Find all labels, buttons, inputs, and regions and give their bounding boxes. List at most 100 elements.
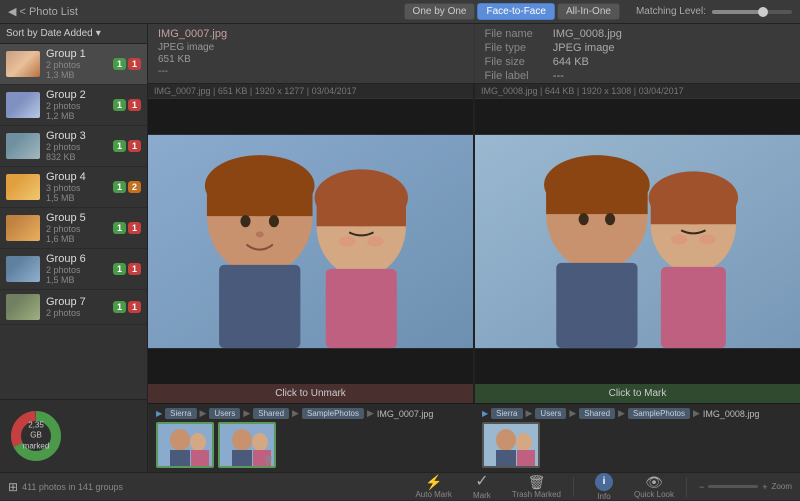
list-item[interactable]: Group 4 3 photos 1,5 MB 1 2 (0, 167, 147, 208)
btn-one-by-one[interactable]: One by One (404, 3, 476, 20)
badges: 1 1 (113, 58, 141, 70)
btn-all-in-one[interactable]: All-In-One (557, 3, 620, 20)
list-item[interactable]: Group 3 2 photos 832 KB 1 1 (0, 126, 147, 167)
sidebar-stats: 2,35 GB marked (0, 399, 147, 472)
group-list: Group 1 2 photos 1,3 MB 1 1 Group 2 (0, 44, 147, 399)
list-item[interactable]: Group 5 2 photos 1,6 MB 1 1 (0, 208, 147, 249)
file-type-left: JPEG image (158, 42, 464, 53)
group-name: Group 6 (46, 253, 107, 265)
quick-look-tool[interactable]: 👁 Quick Look (634, 475, 674, 499)
divider (573, 477, 574, 497)
badge-green: 1 (113, 263, 126, 275)
group-name: Group 1 (46, 48, 107, 60)
badge-red: 1 (128, 301, 141, 313)
file-detail-values: IMG_0008.jpg JPEG image 644 KB --- (553, 28, 622, 82)
path-item: SamplePhotos (302, 408, 364, 419)
compare-panel-left: IMG_0007.jpg | 651 KB | 1920 x 1277 | 03… (148, 84, 473, 403)
file-size-left: 651 KB (158, 54, 464, 65)
badge-green: 1 (113, 222, 126, 234)
chevron-down-icon: ▾ (96, 28, 101, 39)
badge-red: 1 (128, 222, 141, 234)
group-meta: 3 photos 1,5 MB (46, 183, 107, 203)
badge-green: 1 (113, 99, 126, 111)
path-item: Sierra (165, 408, 196, 419)
path-item: Shared (579, 408, 615, 419)
photos-icon: ⊞ (8, 480, 18, 494)
bottom-tools: ⚡ Auto Mark ✓ Mark 🗑 Trash Marked i Info… (415, 473, 792, 501)
thumbnail-item[interactable]: 🗑 (218, 422, 276, 468)
file-panel-left: IMG_0007.jpg JPEG image 651 KB --- (148, 24, 475, 83)
sort-bar[interactable]: Sort by Date Added ▾ (0, 24, 147, 44)
trash-marked-tool[interactable]: 🗑 Trash Marked (512, 475, 561, 499)
list-item[interactable]: Group 7 2 photos 1 1 (0, 290, 147, 325)
zoom-label: Zoom (772, 482, 792, 491)
compare-header-right: IMG_0008.jpg | 644 KB | 1920 x 1308 | 03… (475, 84, 800, 99)
thumbnail-item[interactable] (482, 422, 540, 468)
main-area: Sort by Date Added ▾ Group 1 2 photos 1,… (0, 24, 800, 472)
thumb-path-left: ▶ Sierra ▶ Users ▶ Shared ▶ SamplePhotos… (156, 408, 466, 419)
list-item[interactable]: Group 1 2 photos 1,3 MB 1 1 (0, 44, 147, 85)
thumb-filename-right: IMG_0008.jpg (703, 409, 760, 419)
auto-mark-tool[interactable]: ⚡ Auto Mark (415, 475, 451, 499)
badge-red: 1 (128, 263, 141, 275)
list-item[interactable]: Group 6 2 photos 1,5 MB 1 1 (0, 249, 147, 290)
badge-green: 1 (113, 181, 126, 193)
group-thumbnail (6, 215, 40, 241)
view-buttons: One by One Face-to-Face All-In-One (404, 3, 620, 20)
info-icon[interactable]: i (595, 473, 613, 491)
badge-red: 1 (128, 58, 141, 70)
group-info: Group 3 2 photos 832 KB (46, 130, 107, 162)
group-thumbnail (6, 174, 40, 200)
top-bar: ◀ < Photo List One by One Face-to-Face A… (0, 0, 800, 24)
file-panel-right: File name File type File size File label… (475, 24, 800, 83)
matching-level: Matching Level: (636, 6, 792, 17)
group-meta: 2 photos 832 KB (46, 142, 107, 162)
zoom-out-icon[interactable]: − (699, 482, 704, 492)
list-item[interactable]: Group 2 2 photos 1,2 MB 1 1 (0, 85, 147, 126)
group-info: Group 6 2 photos 1,5 MB (46, 253, 107, 285)
file-info-row: IMG_0007.jpg JPEG image 651 KB --- File … (148, 24, 800, 84)
donut-chart: 2,35 GB marked (8, 408, 64, 464)
zoom-control: − + Zoom (699, 482, 792, 492)
bottom-left: ⊞ 411 photos in 141 groups (8, 480, 123, 494)
zoom-in-icon[interactable]: + (762, 482, 767, 492)
mark-tool[interactable]: ✓ Mark (464, 474, 500, 500)
sidebar: Sort by Date Added ▾ Group 1 2 photos 1,… (0, 24, 148, 472)
divider (686, 477, 687, 497)
group-name: Group 7 (46, 296, 107, 308)
group-meta: 2 photos 1,3 MB (46, 60, 107, 80)
thumb-filename-left: IMG_0007.jpg (377, 409, 434, 419)
compare-unmark-button[interactable]: Click to Unmark (148, 384, 473, 403)
group-info: Group 2 2 photos 1,2 MB (46, 89, 107, 121)
matching-level-label: Matching Level: (636, 6, 706, 17)
group-meta: 2 photos 1,5 MB (46, 265, 107, 285)
badge-orange: 2 (128, 181, 141, 193)
back-link[interactable]: ◀ < Photo List (8, 5, 78, 18)
compare-mark-button[interactable]: Click to Mark (475, 384, 800, 403)
compare-image-right (475, 99, 800, 384)
info-tool[interactable]: i Info (586, 473, 622, 501)
quick-look-label: Quick Look (634, 490, 674, 499)
group-thumbnail (6, 133, 40, 159)
path-item: Users (209, 408, 240, 419)
file-name-right: IMG_0008.jpg (553, 28, 622, 40)
thumbnail-item[interactable] (156, 422, 214, 468)
badges: 1 1 (113, 99, 141, 111)
trash-marked-label: Trash Marked (512, 490, 561, 499)
badge-green: 1 (113, 58, 126, 70)
btn-face-to-face[interactable]: Face-to-Face (477, 3, 554, 20)
content-area: IMG_0007.jpg JPEG image 651 KB --- File … (148, 24, 800, 472)
compare-panel-right: IMG_0008.jpg | 644 KB | 1920 x 1308 | 03… (475, 84, 800, 403)
file-detail-labels: File name File type File size File label (485, 28, 533, 82)
file-label-right: --- (553, 70, 622, 82)
auto-mark-icon: ⚡ (425, 475, 442, 489)
badges: 1 1 (113, 301, 141, 313)
matching-level-slider[interactable] (712, 10, 792, 14)
group-meta: 2 photos 1,6 MB (46, 224, 107, 244)
file-size-right: 644 KB (553, 56, 622, 68)
zoom-slider[interactable] (708, 485, 758, 488)
badge-green: 1 (113, 140, 126, 152)
badge-red: 1 (128, 140, 141, 152)
thumbnails-left: 🗑 (156, 422, 466, 468)
thumbnail-row: ▶ Sierra ▶ Users ▶ Shared ▶ SamplePhotos… (148, 403, 800, 472)
